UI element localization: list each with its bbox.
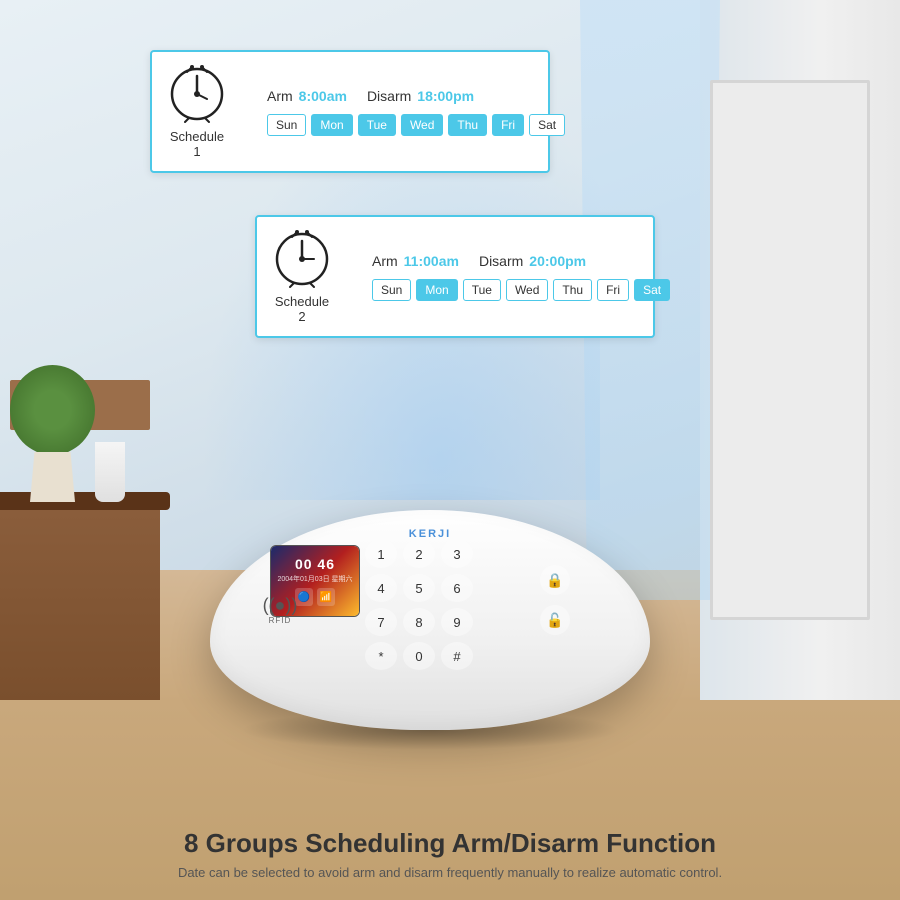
device-brand: KERJI xyxy=(409,528,451,540)
days-row-2: SunMon TueWedThuFriSat xyxy=(372,279,670,301)
key-7[interactable]: 7 xyxy=(365,608,397,636)
disarm-time-1: 18:00pm xyxy=(417,88,474,104)
key-*[interactable]: * xyxy=(365,642,397,670)
day-sun[interactable]: Sun xyxy=(267,114,306,136)
disarm-label-2: Disarm xyxy=(479,253,523,269)
arm-button[interactable]: 🔒 xyxy=(540,565,570,595)
key-2[interactable]: 2 xyxy=(403,540,435,568)
rfid-area: ((●)) RFID xyxy=(245,595,315,635)
footer-subtitle: Date can be selected to avoid arm and di… xyxy=(0,865,900,880)
day-mon[interactable]: Mon xyxy=(311,114,352,136)
schedule-card-2: Schedule 2 Arm 11:00am Disarm 20:00pm Su… xyxy=(255,215,655,338)
rfid-label: RFID xyxy=(269,616,292,625)
disarm-label-1: Disarm xyxy=(367,88,411,104)
screen-icon-2: 📶 xyxy=(317,588,335,606)
vase xyxy=(95,442,125,502)
schedule-card-1: Schedule 1 Arm 8:00am Disarm 18:00pm Sun… xyxy=(150,50,550,173)
disarm-group-2: Disarm 20:00pm xyxy=(479,253,586,269)
disarm-group-1: Disarm 18:00pm xyxy=(367,88,474,104)
bottom-section: 8 Groups Scheduling Arm/Disarm Function … xyxy=(0,828,900,880)
day-fri[interactable]: Fri xyxy=(492,114,524,136)
plant-leaves xyxy=(10,365,95,455)
day-thu[interactable]: Thu xyxy=(448,114,487,136)
footer-title: 8 Groups Scheduling Arm/Disarm Function xyxy=(0,828,900,859)
door xyxy=(710,80,870,620)
day-wed[interactable]: Wed xyxy=(401,114,443,136)
rfid-waves-icon: ((●)) xyxy=(263,595,298,616)
schedule-1-info: Arm 8:00am Disarm 18:00pm SunMon TueWedTh… xyxy=(267,88,565,136)
screen-date: 2004年01月03日 星期六 xyxy=(277,574,352,584)
day-sat[interactable]: Sat xyxy=(529,114,565,136)
keypad: 123 456 789 *0# xyxy=(365,540,473,670)
screen-time: 00 46 xyxy=(295,556,335,572)
schedule-2-info: Arm 11:00am Disarm 20:00pm SunMon TueWedT… xyxy=(372,253,670,301)
day-tue[interactable]: Tue xyxy=(463,279,501,301)
day-tue[interactable]: Tue xyxy=(358,114,396,136)
key-4[interactable]: 4 xyxy=(365,574,397,602)
clock-icon-2 xyxy=(272,229,332,289)
arm-label-1: Arm xyxy=(267,88,293,104)
key-5[interactable]: 5 xyxy=(403,574,435,602)
key-0[interactable]: 0 xyxy=(403,642,435,670)
day-fri[interactable]: Fri xyxy=(597,279,629,301)
days-row-1: SunMon TueWedThuFriSat xyxy=(267,114,565,136)
day-wed[interactable]: Wed xyxy=(506,279,548,301)
key-3[interactable]: 3 xyxy=(441,540,473,568)
day-sat[interactable]: Sat xyxy=(634,279,670,301)
disarm-time-2: 20:00pm xyxy=(529,253,586,269)
plant-pot xyxy=(30,452,75,502)
disarm-button[interactable]: 🔓 xyxy=(540,605,570,635)
key-#[interactable]: # xyxy=(441,642,473,670)
device-body: KERJI 00 46 2004年01月03日 星期六 🔵 📶 ((●)) RF… xyxy=(210,510,650,730)
key-8[interactable]: 8 xyxy=(403,608,435,636)
arm-group-2: Arm 11:00am xyxy=(372,253,459,269)
day-sun[interactable]: Sun xyxy=(372,279,411,301)
key-9[interactable]: 9 xyxy=(441,608,473,636)
clock-icon-1 xyxy=(167,64,227,124)
key-6[interactable]: 6 xyxy=(441,574,473,602)
day-mon[interactable]: Mon xyxy=(416,279,457,301)
side-table xyxy=(0,500,160,700)
schedule-1-label: Schedule 1 xyxy=(167,129,227,159)
arm-time-2: 11:00am xyxy=(404,253,459,269)
key-1[interactable]: 1 xyxy=(365,540,397,568)
arm-time-1: 8:00am xyxy=(299,88,347,104)
day-thu[interactable]: Thu xyxy=(553,279,592,301)
arm-group-1: Arm 8:00am xyxy=(267,88,347,104)
arm-label-2: Arm xyxy=(372,253,398,269)
device-container: KERJI 00 46 2004年01月03日 星期六 🔵 📶 ((●)) RF… xyxy=(200,430,660,730)
table-top xyxy=(0,492,170,510)
schedule-2-label: Schedule 2 xyxy=(272,294,332,324)
